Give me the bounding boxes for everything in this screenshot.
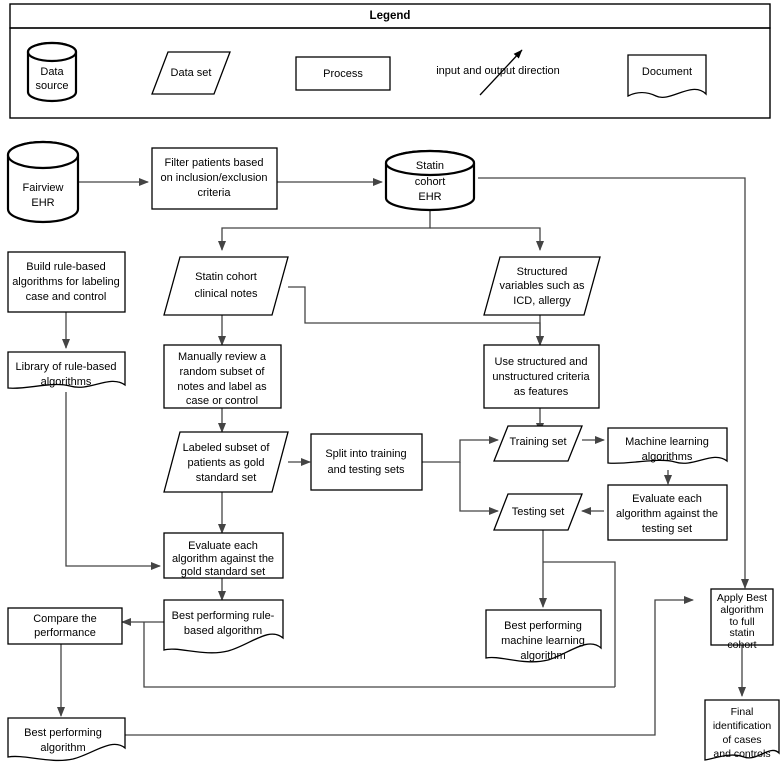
node-label: standard set [196,472,257,484]
node-fairview-ehr[interactable]: Fairview EHR [6,140,80,224]
node-label: on inclusion/exclusion [160,172,267,184]
flowchart-svg: Legend Data source Data set Process inpu… [6,3,780,762]
node-label: algorithm [520,650,565,662]
node-label: algorithms for labeling [12,276,120,288]
node-testing-set[interactable]: Testing set [493,493,583,531]
legend-item-document: Document [627,54,707,98]
node-label: algorithm against the [616,508,718,520]
node-library-rule-based[interactable]: Library of rule-based algorithms [7,351,126,389]
node-label: Training set [509,436,566,448]
node-final-identification[interactable]: Final identification of cases and contro… [704,699,780,761]
node-label: Labeled subset of [183,442,271,454]
node-label: unstructured criteria [492,371,590,383]
node-label: Fairview [23,182,64,194]
node-label: Apply Best [717,592,767,604]
node-label: Final [731,706,754,718]
node-label: statin [729,627,754,639]
node-label: ICD, allergy [513,295,571,307]
node-label: clinical notes [195,288,258,300]
node-label: EHR [31,197,54,209]
node-label: Machine learning [625,436,709,448]
node-label: Statin [416,160,444,172]
legend-title: Legend [370,10,411,22]
node-label: Split into training [325,448,406,460]
flowchart-canvas: Legend Data source Data set Process inpu… [0,0,780,770]
node-split-sets[interactable]: Split into training and testing sets [310,433,423,491]
node-label: notes and label as [177,381,267,393]
node-label: Compare the [33,613,97,625]
node-ml-algorithms[interactable]: Machine learning algorithms [607,427,728,464]
node-apply-best[interactable]: Apply Best algorithm to full statin coho… [710,588,774,651]
node-clinical-notes[interactable]: Statin cohort clinical notes [163,256,289,316]
node-label: algorithm [40,742,85,754]
node-statin-cohort-ehr[interactable]: Statin cohort EHR [384,149,476,212]
node-structured-variables[interactable]: Structured variables such as ICD, allerg… [483,256,601,316]
node-label: of cases [722,734,761,746]
node-label: case or control [186,395,258,407]
node-label: case and control [26,291,107,303]
node-manual-review[interactable]: Manually review a random subset of notes… [163,344,282,409]
node-evaluate-testing[interactable]: Evaluate each algorithm against the test… [607,484,728,541]
node-best-rule-based[interactable]: Best performing rule- based algorithm [163,599,284,654]
legend-item-arrow: input and output direction [436,49,560,96]
node-label: testing set [642,523,692,535]
legend-label-0-1: source [35,80,68,92]
node-label: Manually review a [178,351,267,363]
node-use-criteria[interactable]: Use structured and unstructured criteria… [483,344,600,409]
node-label: Statin cohort [195,271,257,283]
node-label: cohort [727,639,756,651]
legend-panel: Legend Data source Data set Process inpu… [9,3,771,119]
node-label: based algorithm [184,625,262,637]
node-label: gold standard set [181,566,265,578]
node-label: Evaluate each [188,540,258,552]
node-compare-performance[interactable]: Compare the performance [7,607,123,645]
legend-label-0-0: Data [40,66,64,78]
node-label: patients as gold [187,457,264,469]
node-label: Testing set [512,506,565,518]
node-label: Library of rule-based [16,361,117,373]
node-label: random subset of [180,366,266,378]
node-label: algorithms [41,376,92,388]
legend-item-process: Process [295,56,391,91]
node-label: and testing sets [327,464,405,476]
node-label: Best performing [504,620,582,632]
node-label: algorithm against the [172,553,274,565]
node-label: Use structured and [495,356,588,368]
node-build-rule-based[interactable]: Build rule-based algorithms for labeling… [7,251,126,313]
node-label: variables such as [500,280,585,292]
node-label: identification [713,720,772,732]
node-label: machine learning [501,635,585,647]
node-label: criteria [197,187,231,199]
node-label: Structured [517,266,568,278]
node-label: Best performing rule- [172,610,275,622]
legend-label-1-0: Data set [171,67,212,79]
legend-item-data-set: Data set [151,51,231,95]
node-label: Build rule-based [26,261,106,273]
legend-label-2-0: Process [323,68,363,80]
node-label: performance [34,627,96,639]
node-label: Evaluate each [632,493,702,505]
node-labeled-subset[interactable]: Labeled subset of patients as gold stand… [163,431,289,493]
legend-label-4-0: Document [642,66,692,78]
node-evaluate-gold[interactable]: Evaluate each algorithm against the gold… [163,532,284,579]
legend-item-data-source: Data source [26,41,78,103]
node-label: cohort [415,176,446,188]
node-label: as features [514,386,569,398]
node-label: algorithm [720,604,763,616]
node-best-performing-algorithm[interactable]: Best performing algorithm [7,717,126,762]
node-training-set[interactable]: Training set [493,425,583,462]
node-label: Best performing [24,727,102,739]
node-label: algorithms [642,451,693,463]
node-filter-patients[interactable]: Filter patients based on inclusion/exclu… [151,147,278,210]
node-label: EHR [418,191,441,203]
node-label: and controls [713,748,770,760]
node-label: Filter patients based [164,157,263,169]
node-best-ml[interactable]: Best performing machine learning algorit… [485,609,602,663]
